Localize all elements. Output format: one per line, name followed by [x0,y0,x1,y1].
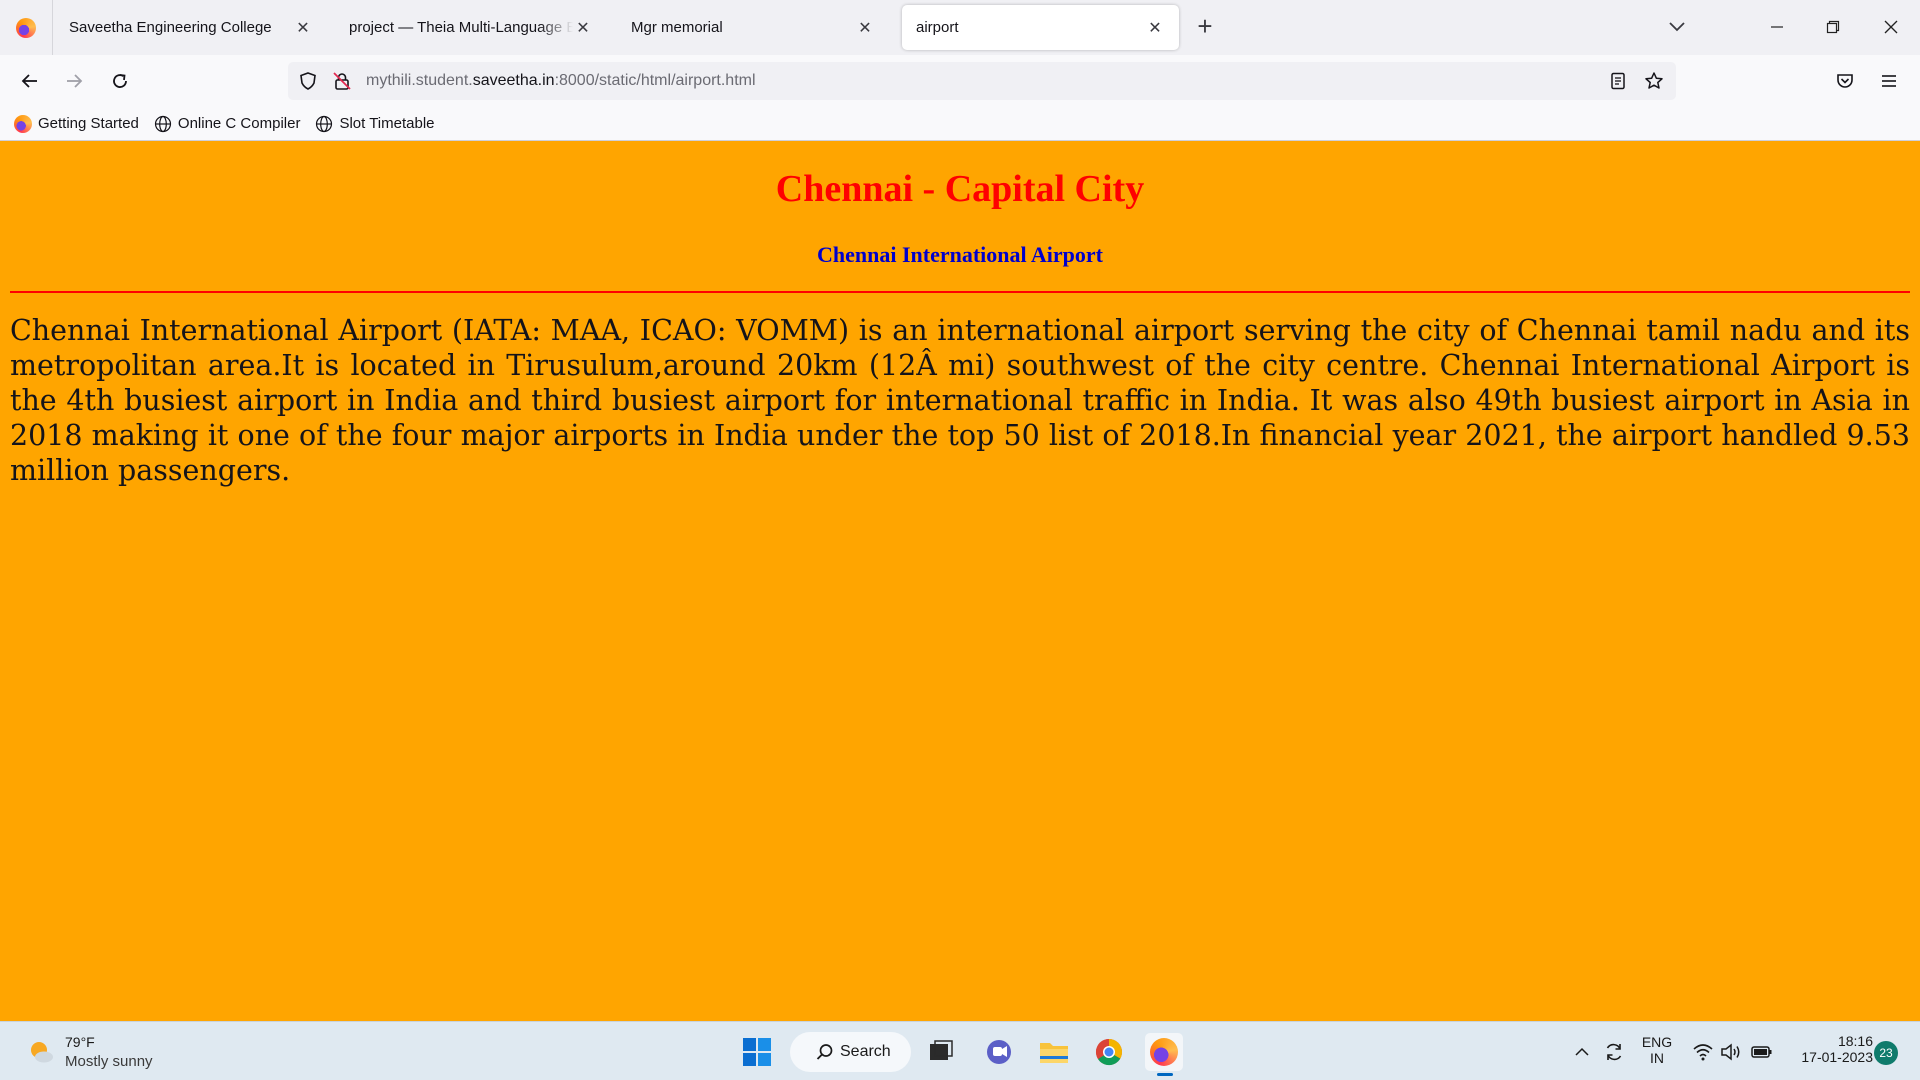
tab-title: Mgr memorial [631,19,723,36]
volume-icon[interactable] [1720,1042,1742,1062]
task-view-icon [930,1040,953,1060]
search-icon [816,1044,833,1060]
back-button[interactable] [14,65,46,97]
wifi-icon[interactable] [1692,1042,1714,1062]
clock[interactable]: 18:16 17-01-2023 [1783,1033,1873,1065]
sun-cloud-icon [31,1042,53,1063]
shield-icon[interactable] [298,71,318,91]
pocket-button[interactable] [1829,65,1861,97]
close-icon[interactable]: ✕ [573,18,593,38]
region-code: IN [1650,1050,1664,1066]
horizontal-rule [10,291,1910,293]
navigation-toolbar: mythili.student.saveetha.in:8000/static/… [0,55,1920,107]
bookmark-getting-started[interactable]: Getting Started [14,114,139,133]
close-icon [1884,20,1898,34]
minimize-button[interactable] [1754,10,1800,44]
firefox-icon [1150,1038,1178,1066]
start-button[interactable] [738,1033,776,1071]
url-suffix: :8000/static/html/airport.html [554,72,756,89]
chevron-up-icon[interactable] [1574,1044,1590,1060]
page-subtitle: Chennai International Airport [816,242,1104,267]
bookmark-label: Online C Compiler [177,115,301,132]
bookmarks-toolbar: Getting Started Online C Compiler Slot T… [0,107,1920,141]
url-text[interactable]: mythili.student.saveetha.in:8000/static/… [366,72,756,90]
bookmark-online-c-compiler[interactable]: Online C Compiler [154,115,301,133]
firefox-taskbar-button[interactable] [1145,1033,1183,1076]
clock-time: 18:16 [1837,1033,1873,1049]
battery-icon[interactable] [1751,1044,1773,1060]
app-menu-button[interactable] [1873,65,1905,97]
globe-icon [154,115,172,132]
chrome-button[interactable] [1090,1033,1128,1071]
chrome-icon [1095,1038,1123,1066]
windows-logo-icon [743,1038,771,1066]
reload-button[interactable] [104,65,136,97]
address-bar[interactable]: mythili.student.saveetha.in:8000/static/… [288,62,1676,100]
teams-chat-button[interactable] [980,1033,1018,1071]
taskbar-search[interactable]: Search [790,1032,911,1072]
task-view-button[interactable] [922,1033,960,1071]
bookmark-slot-timetable[interactable]: Slot Timetable [315,115,435,133]
arrow-left-icon [21,74,37,88]
restore-icon [1826,20,1840,34]
language-indicator[interactable]: ENG IN [1638,1034,1676,1066]
chevron-down-icon [1669,22,1685,32]
windows-taskbar: 79°F Mostly sunny Search ENG IN 18:16 17… [0,1021,1920,1080]
url-prefix: mythili.student. [366,72,473,89]
file-explorer-button[interactable] [1035,1033,1073,1071]
restore-button[interactable] [1810,10,1856,44]
globe-icon [316,115,333,132]
active-app-indicator [1157,1073,1173,1076]
reload-icon [113,74,127,88]
reader-view-icon[interactable] [1608,71,1628,91]
notification-badge[interactable]: 23 [1874,1041,1898,1065]
bookmark-label: Slot Timetable [339,115,435,132]
new-tab-button[interactable]: + [1190,12,1220,42]
search-label: Search [840,1043,891,1060]
hamburger-menu-icon [1882,75,1896,87]
sync-icon[interactable] [1603,1041,1625,1063]
insecure-lock-icon[interactable] [332,71,352,91]
tab-airport[interactable]: airport ✕ [902,5,1179,50]
url-domain: saveetha.in [472,72,555,89]
pocket-icon [1837,74,1853,88]
close-icon[interactable]: ✕ [855,18,875,38]
close-icon[interactable]: ✕ [1145,18,1165,38]
tab-strip: Saveetha Engineering College ✕ project —… [0,0,1920,55]
weather-temperature: 79°F [65,1034,95,1050]
page-title: Chennai - Capital City [775,168,1145,210]
close-icon[interactable]: ✕ [293,18,313,38]
tab-title: airport [916,19,959,36]
tab-mgr-memorial[interactable]: Mgr memorial ✕ [617,5,889,50]
firefox-icon [16,17,36,38]
web-page-content: Chennai - Capital City Chennai Internati… [0,141,1920,1021]
tab-title: Saveetha Engineering College [69,19,272,36]
weather-description: Mostly sunny [65,1053,153,1070]
chat-icon [987,1040,1011,1064]
tab-saveetha[interactable]: Saveetha Engineering College ✕ [55,5,327,50]
arrow-right-icon [67,74,83,88]
firefox-view-button[interactable] [0,0,53,55]
airport-description: Chennai International Airport (IATA: MAA… [10,314,1910,487]
firefox-icon [14,114,32,133]
list-all-tabs-button[interactable] [1662,12,1692,42]
forward-button[interactable] [58,65,90,97]
folder-icon [1040,1043,1068,1063]
close-window-button[interactable] [1868,10,1914,44]
bookmark-label: Getting Started [38,115,139,132]
language-code: ENG [1641,1034,1673,1050]
minimize-icon [1771,26,1783,28]
tab-title: project — Theia Multi-Language Explorer [349,19,573,36]
clock-date: 17-01-2023 [1801,1049,1873,1065]
bookmark-star-icon[interactable] [1644,71,1664,91]
tab-project[interactable]: project — Theia Multi-Language Explorer … [335,5,607,50]
